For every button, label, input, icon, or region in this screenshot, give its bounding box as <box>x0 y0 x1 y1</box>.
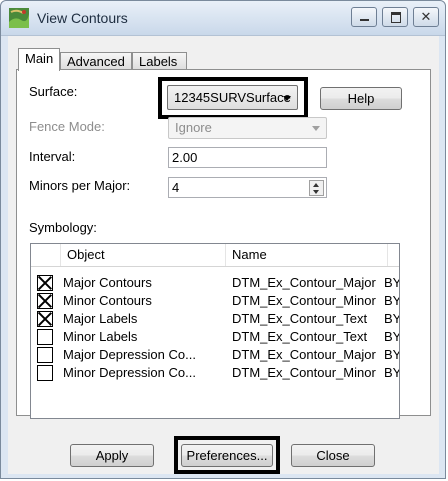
column-extra <box>388 244 399 266</box>
preferences-button[interactable]: Preferences... <box>181 444 273 467</box>
row-extra: BYL <box>384 347 399 362</box>
table-row[interactable]: Minor Depression Co... DTM_Ex_Contour_Mi… <box>31 364 399 382</box>
table-row[interactable]: Major Depression Co... DTM_Ex_Contour_Ma… <box>31 346 399 364</box>
fence-mode-dropdown[interactable]: Ignore <box>168 117 327 139</box>
table-row[interactable]: Major Labels DTM_Ex_Contour_Text BYL <box>31 310 399 328</box>
window-title: View Contours <box>37 10 128 26</box>
row-name: DTM_Ex_Contour_Major <box>232 275 376 290</box>
chevron-down-icon <box>312 126 320 131</box>
symbology-label: Symbology: <box>29 220 97 235</box>
row-checkbox[interactable] <box>37 365 53 381</box>
minors-per-major-stepper[interactable]: 4 <box>168 177 327 198</box>
row-extra: BYL <box>384 365 399 380</box>
tab-main[interactable]: Main <box>18 48 60 71</box>
interval-label: Interval: <box>29 149 76 164</box>
column-header-name[interactable]: Name <box>226 244 388 266</box>
surface-value: 12345SURVSurface <box>174 90 291 105</box>
row-name: DTM_Ex_Contour_Minor <box>232 365 376 380</box>
minors-per-major-value: 4 <box>172 180 180 195</box>
row-checkbox[interactable] <box>37 293 53 309</box>
row-checkbox[interactable] <box>37 311 53 327</box>
row-object: Minor Depression Co... <box>63 365 196 380</box>
row-name: DTM_Ex_Contour_Text <box>232 329 368 344</box>
minimize-button[interactable] <box>351 7 377 27</box>
chevron-down-icon <box>283 96 291 101</box>
minors-per-major-label: Minors per Major: <box>29 178 131 193</box>
table-row[interactable]: Major Contours DTM_Ex_Contour_Major BYL <box>31 274 399 292</box>
dialog-client-area: Main Advanced Labels Surface: 12345SURVS… <box>8 36 439 474</box>
symbology-list-header: Object Name <box>31 244 399 267</box>
help-button[interactable]: Help <box>320 87 402 110</box>
interval-input[interactable]: 2.00 <box>168 147 327 168</box>
close-button[interactable]: Close <box>291 444 375 467</box>
row-extra: BYL <box>384 329 399 344</box>
fence-mode-value: Ignore <box>175 120 212 135</box>
close-icon: ✕ <box>420 9 432 24</box>
symbology-list[interactable]: Object Name Major Contours DTM_Ex_Contou… <box>30 243 400 419</box>
table-row[interactable]: Minor Labels DTM_Ex_Contour_Text BYL <box>31 328 399 346</box>
dialog-window: View Contours ✕ Main Advanced Labels Sur… <box>0 0 446 479</box>
row-object: Minor Contours <box>63 293 152 308</box>
row-extra: BYL <box>384 293 399 308</box>
contour-map-icon <box>9 8 29 28</box>
close-window-button[interactable]: ✕ <box>413 7 439 27</box>
title-bar[interactable]: View Contours ✕ <box>1 1 445 36</box>
tab-labels[interactable]: Labels <box>132 52 187 70</box>
row-extra: BYL <box>384 275 399 290</box>
row-object: Minor Labels <box>63 329 138 344</box>
row-name: DTM_Ex_Contour_Major <box>232 347 376 362</box>
row-name: DTM_Ex_Contour_Minor <box>232 293 376 308</box>
surface-dropdown[interactable]: 12345SURVSurface <box>167 85 298 110</box>
row-checkbox[interactable] <box>37 347 53 363</box>
apply-button[interactable]: Apply <box>70 444 154 467</box>
row-checkbox[interactable] <box>37 329 53 345</box>
column-check <box>31 244 61 266</box>
table-row[interactable]: Minor Contours DTM_Ex_Contour_Minor BYL <box>31 292 399 310</box>
maximize-button[interactable] <box>382 7 408 27</box>
column-header-object[interactable]: Object <box>61 244 226 266</box>
spinner-arrows-icon[interactable] <box>309 180 324 196</box>
surface-label: Surface: <box>29 84 78 99</box>
tab-advanced[interactable]: Advanced <box>60 52 132 70</box>
row-checkbox[interactable] <box>37 275 53 291</box>
row-extra: BYL <box>384 311 399 326</box>
row-object: Major Labels <box>63 311 138 326</box>
row-name: DTM_Ex_Contour_Text <box>232 311 368 326</box>
row-object: Major Depression Co... <box>63 347 196 362</box>
row-object: Major Contours <box>63 275 152 290</box>
fence-mode-label: Fence Mode: <box>29 119 105 134</box>
